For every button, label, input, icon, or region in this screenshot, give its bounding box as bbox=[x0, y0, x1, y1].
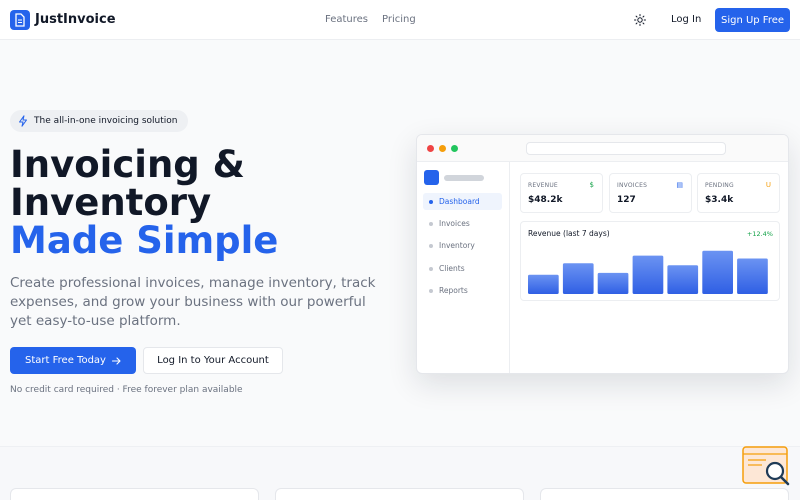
logo-icon[interactable] bbox=[10, 10, 30, 30]
nav-link-features[interactable]: Features bbox=[325, 14, 368, 25]
nav-link-pricing[interactable]: Pricing bbox=[382, 14, 416, 25]
feature-card bbox=[275, 488, 524, 500]
hero-title-line1: Invoicing & bbox=[10, 143, 245, 186]
chart-bar-2 bbox=[562, 263, 594, 294]
revenue-bar-chart bbox=[528, 250, 768, 294]
sun-icon[interactable] bbox=[634, 14, 646, 26]
feature-card bbox=[10, 488, 259, 500]
stat-label: REVENUE bbox=[528, 182, 558, 189]
hero-subtitle: Create professional invoices, manage inv… bbox=[10, 275, 376, 329]
chart-bar-3 bbox=[597, 272, 629, 294]
login-link[interactable]: Log In bbox=[671, 14, 701, 25]
sidebar-item-inventory: Inventory bbox=[423, 237, 502, 254]
support-widget-icon[interactable] bbox=[742, 446, 790, 486]
hero-badge-text: The all-in-one invoicing solution bbox=[34, 116, 178, 126]
sidebar-item-dashboard: Dashboard bbox=[423, 193, 502, 210]
clock-icon: ᑌ bbox=[765, 181, 771, 189]
chart-bar-6 bbox=[702, 250, 733, 294]
sidebar-item-reports: Reports bbox=[423, 282, 502, 299]
hero-note: No credit card required · Free forever p… bbox=[10, 385, 243, 395]
preview-logo-placeholder bbox=[444, 175, 484, 181]
stat-card-pending: PENDING ᑌ $3.4k bbox=[697, 173, 780, 213]
hero-title-line2: Inventory bbox=[10, 181, 212, 224]
sidebar-item-invoices: Invoices bbox=[423, 215, 502, 232]
login-account-button[interactable]: Log In to Your Account bbox=[143, 347, 283, 374]
maximize-dot-icon bbox=[451, 145, 458, 152]
url-bar bbox=[526, 142, 726, 155]
lightning-icon bbox=[19, 115, 27, 127]
chart-bar-1 bbox=[528, 274, 559, 294]
stat-label: INVOICES bbox=[617, 182, 648, 189]
chart-bar-7 bbox=[737, 258, 768, 294]
window-titlebar bbox=[417, 135, 788, 162]
document-icon: ▤ bbox=[676, 181, 683, 189]
hero-badge: The all-in-one invoicing solution bbox=[10, 110, 188, 132]
stat-value: $48.2k bbox=[528, 195, 563, 205]
start-free-label: Start Free Today bbox=[25, 355, 106, 366]
chart-bar-4 bbox=[632, 255, 664, 294]
close-dot-icon bbox=[427, 145, 434, 152]
start-free-button[interactable]: Start Free Today bbox=[10, 347, 136, 374]
chart-bar-5 bbox=[667, 265, 699, 294]
stat-card-revenue: REVENUE $ $48.2k bbox=[520, 173, 603, 213]
preview-sidebar: Dashboard Invoices Inventory Clients Rep… bbox=[417, 162, 510, 373]
dashboard-preview: Dashboard Invoices Inventory Clients Rep… bbox=[416, 134, 789, 374]
minimize-dot-icon bbox=[439, 145, 446, 152]
brand-name[interactable]: JustInvoice bbox=[35, 12, 116, 27]
feature-card bbox=[540, 488, 789, 500]
arrow-right-icon bbox=[111, 356, 121, 365]
signup-button[interactable]: Sign Up Free bbox=[715, 8, 790, 32]
hero-title-highlight: Made Simple bbox=[10, 219, 279, 262]
stat-value: $3.4k bbox=[705, 195, 734, 205]
stat-value: 127 bbox=[617, 195, 636, 205]
sidebar-item-clients: Clients bbox=[423, 260, 502, 277]
preview-logo-icon bbox=[424, 170, 439, 185]
dollar-icon: $ bbox=[589, 181, 594, 189]
stat-card-invoices: INVOICES ▤ 127 bbox=[609, 173, 692, 213]
top-nav: JustInvoice Features Pricing Log In Sign… bbox=[0, 0, 800, 40]
revenue-chart-card: Revenue (last 7 days) +12.4% bbox=[520, 221, 780, 301]
stat-label: PENDING bbox=[705, 182, 734, 189]
